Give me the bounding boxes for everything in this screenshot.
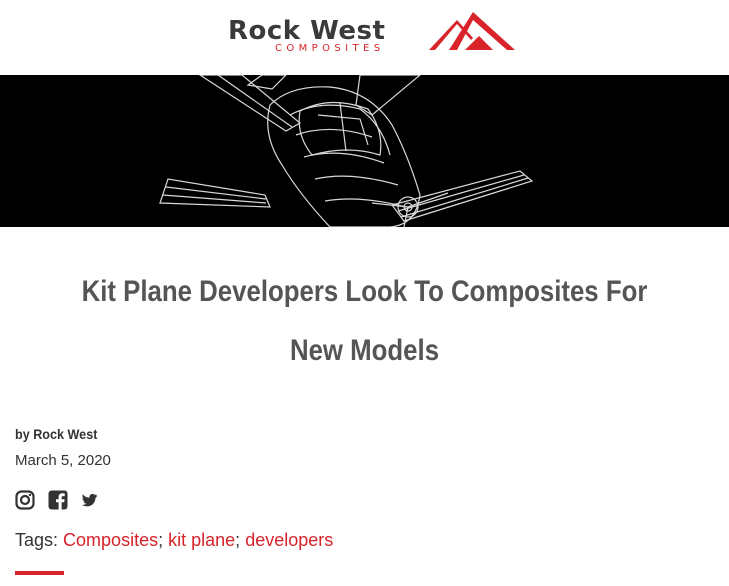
- tags-label: Tags:: [15, 530, 59, 550]
- facebook-icon: [48, 490, 68, 510]
- section-divider-accent: [15, 571, 64, 575]
- logo-mountain-icon: [429, 12, 515, 50]
- twitter-icon: [81, 493, 97, 507]
- site-header: Rock West COMPOSITES: [0, 0, 729, 75]
- tags-list: Tags: Composites; kit plane; developers: [15, 530, 333, 551]
- rock-west-logo[interactable]: Rock West COMPOSITES: [226, 10, 516, 58]
- aircraft-wireframe-illustration: [159, 75, 534, 227]
- instagram-share-button[interactable]: [15, 490, 35, 510]
- hero-image: [0, 75, 729, 227]
- tag-separator: ;: [235, 530, 241, 550]
- instagram-icon: [15, 490, 35, 510]
- byline: by Rock West: [15, 426, 97, 442]
- byline-prefix: by: [15, 426, 30, 442]
- social-share-bar: [15, 490, 101, 512]
- logo-wordmark: Rock West: [228, 16, 386, 46]
- publish-date: March 5, 2020: [15, 452, 111, 469]
- tag-link-kit-plane[interactable]: kit plane: [168, 530, 235, 550]
- article-title: Kit Plane Developers Look To Composites …: [81, 275, 648, 367]
- facebook-share-button[interactable]: [48, 490, 68, 510]
- tag-separator: ;: [158, 530, 164, 550]
- twitter-share-button[interactable]: [81, 490, 101, 510]
- author-link[interactable]: Rock West: [33, 426, 97, 442]
- tag-link-developers[interactable]: developers: [245, 530, 333, 550]
- logo-subwordmark: COMPOSITES: [275, 43, 385, 54]
- tag-link-composites[interactable]: Composites: [63, 530, 158, 550]
